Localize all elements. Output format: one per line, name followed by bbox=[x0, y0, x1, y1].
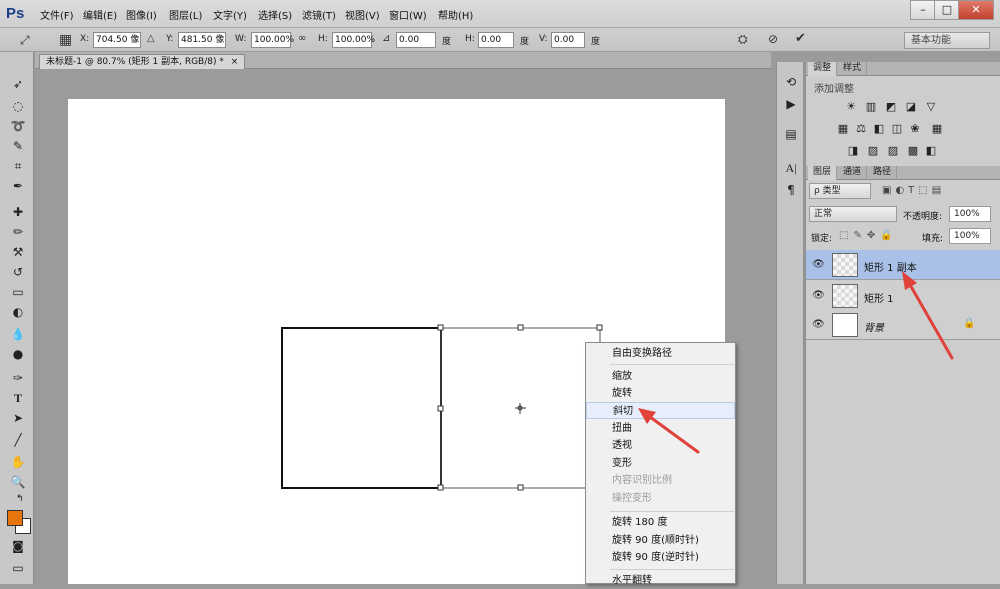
menu-item-rotate-90-ccw[interactable]: 旋转 90 度(逆时针) bbox=[586, 549, 735, 566]
tab-styles[interactable]: 样式 bbox=[838, 62, 868, 76]
menu-item-puppet-warp: 操控变形 bbox=[612, 493, 652, 504]
menu-item-rotate-90-cw[interactable]: 旋转 90 度(顺时针) bbox=[586, 532, 735, 549]
menu-item-content-aware-scale: 内容识别比例 bbox=[612, 475, 672, 486]
black-white-icon[interactable]: ◧ bbox=[872, 122, 886, 136]
layer-thumbnail bbox=[832, 253, 858, 277]
menu-item-scale[interactable]: 缩放 bbox=[586, 368, 735, 385]
layers-tab-bar: 图层 通道 路径 bbox=[806, 166, 1000, 180]
lock-icons[interactable]: ⬚✎✥🔒 bbox=[839, 230, 898, 241]
character-panel-icon[interactable]: A| bbox=[783, 160, 799, 176]
history-panel-icon[interactable]: ⟲ bbox=[783, 74, 799, 90]
menu-item-rotate[interactable]: 旋转 bbox=[586, 385, 735, 402]
adjustments-header: 添加调整 bbox=[814, 84, 854, 95]
menu-item-free-transform-path[interactable]: 自由变换路径 bbox=[586, 345, 735, 362]
posterize-icon[interactable]: ▨ bbox=[866, 144, 880, 158]
context-menu: 自由变换路径 缩放 旋转 斜切 扭曲 透视 变形 内容识别比例 操控变形 旋转 … bbox=[585, 342, 736, 586]
fill-input[interactable]: 100% bbox=[949, 228, 991, 244]
selective-color-icon[interactable]: ◧ bbox=[924, 144, 938, 158]
tab-paths[interactable]: 路径 bbox=[868, 166, 898, 180]
properties-panel-icon[interactable]: ▤ bbox=[783, 126, 799, 142]
threshold-icon[interactable]: ▨ bbox=[886, 144, 900, 158]
layer-name: 背景 bbox=[864, 323, 884, 334]
lock-icon: 🔒 bbox=[963, 318, 976, 329]
menu-item-rotate-180[interactable]: 旋转 180 度 bbox=[586, 514, 735, 531]
menu-separator bbox=[610, 364, 734, 365]
panel-icon-strip: ⟲ ▶ ▤ A| ¶ bbox=[776, 62, 804, 584]
menu-separator bbox=[610, 511, 734, 512]
blend-mode-select[interactable]: 正常 bbox=[809, 206, 897, 222]
layer-row-rect[interactable]: 👁 矩形 1 bbox=[806, 281, 1000, 311]
levels-icon[interactable]: ▥ bbox=[864, 100, 878, 114]
visibility-eye-icon[interactable]: 👁 bbox=[812, 290, 825, 301]
color-balance-icon[interactable]: ⚖ bbox=[854, 122, 868, 136]
photo-filter-icon[interactable]: ◫ bbox=[890, 122, 904, 136]
opacity-label: 不透明度: bbox=[903, 212, 943, 222]
vibrance-icon[interactable]: ▦ bbox=[836, 122, 850, 136]
color-lookup-icon[interactable]: ▦ bbox=[930, 122, 944, 136]
menu-item-warp[interactable]: 变形 bbox=[586, 455, 735, 472]
layer-name: 矩形 1 bbox=[864, 294, 894, 305]
foreground-color-swatch[interactable] bbox=[7, 510, 23, 526]
gradient-triangle-icon[interactable]: ▽ bbox=[924, 100, 938, 114]
exposure-icon[interactable]: ◪ bbox=[904, 100, 918, 114]
menu-item-flip-horizontal[interactable]: 水平翻转 bbox=[586, 572, 735, 589]
menu-item-distort[interactable]: 扭曲 bbox=[586, 420, 735, 437]
adjustments-tab-bar: 调整 样式 bbox=[806, 62, 1000, 76]
layer-filter-icons[interactable]: ▣◐T⬚▤ bbox=[882, 185, 945, 196]
layer-name: 矩形 1 副本 bbox=[864, 263, 917, 274]
invert-icon[interactable]: ◨ bbox=[846, 144, 860, 158]
layer-row-background[interactable]: 👁 背景 🔒 bbox=[806, 310, 1000, 340]
fill-label: 填充: bbox=[922, 234, 944, 244]
tab-layers[interactable]: 图层 bbox=[808, 166, 838, 180]
right-panels: 调整 样式 添加调整 ☀ ▥ ◩ ◪ ▽ ▦ ⚖ ◧ ◫ ❀ ▦ ◨ ▨ ▨ ▩… bbox=[805, 62, 1000, 584]
brightness-contrast-icon[interactable]: ☀ bbox=[844, 100, 858, 114]
tab-channels[interactable]: 通道 bbox=[838, 166, 868, 180]
lock-label: 锁定: bbox=[811, 234, 833, 244]
actions-panel-icon[interactable]: ▶ bbox=[783, 96, 799, 112]
layer-thumbnail bbox=[832, 313, 858, 337]
paragraph-panel-icon[interactable]: ¶ bbox=[783, 182, 799, 198]
curves-icon[interactable]: ◩ bbox=[884, 100, 898, 114]
transform-center-icon[interactable] bbox=[515, 403, 526, 414]
channel-mixer-icon[interactable]: ❀ bbox=[908, 122, 922, 136]
layer-thumbnail bbox=[832, 284, 858, 308]
visibility-eye-icon[interactable]: 👁 bbox=[812, 259, 825, 270]
layer-filter-select[interactable]: ρ 类型 bbox=[809, 183, 871, 199]
tab-adjustments[interactable]: 调整 bbox=[808, 62, 838, 76]
menu-separator bbox=[610, 569, 734, 570]
opacity-input[interactable]: 100% bbox=[949, 206, 991, 222]
menu-item-perspective[interactable]: 透视 bbox=[586, 437, 735, 454]
visibility-eye-icon[interactable]: 👁 bbox=[812, 319, 825, 330]
menu-item-skew[interactable]: 斜切 bbox=[586, 402, 735, 419]
layer-row-rect-copy[interactable]: 👁 矩形 1 副本 bbox=[806, 250, 1000, 280]
gradient-map-icon[interactable]: ▩ bbox=[906, 144, 920, 158]
rectangle-1[interactable] bbox=[281, 327, 442, 489]
